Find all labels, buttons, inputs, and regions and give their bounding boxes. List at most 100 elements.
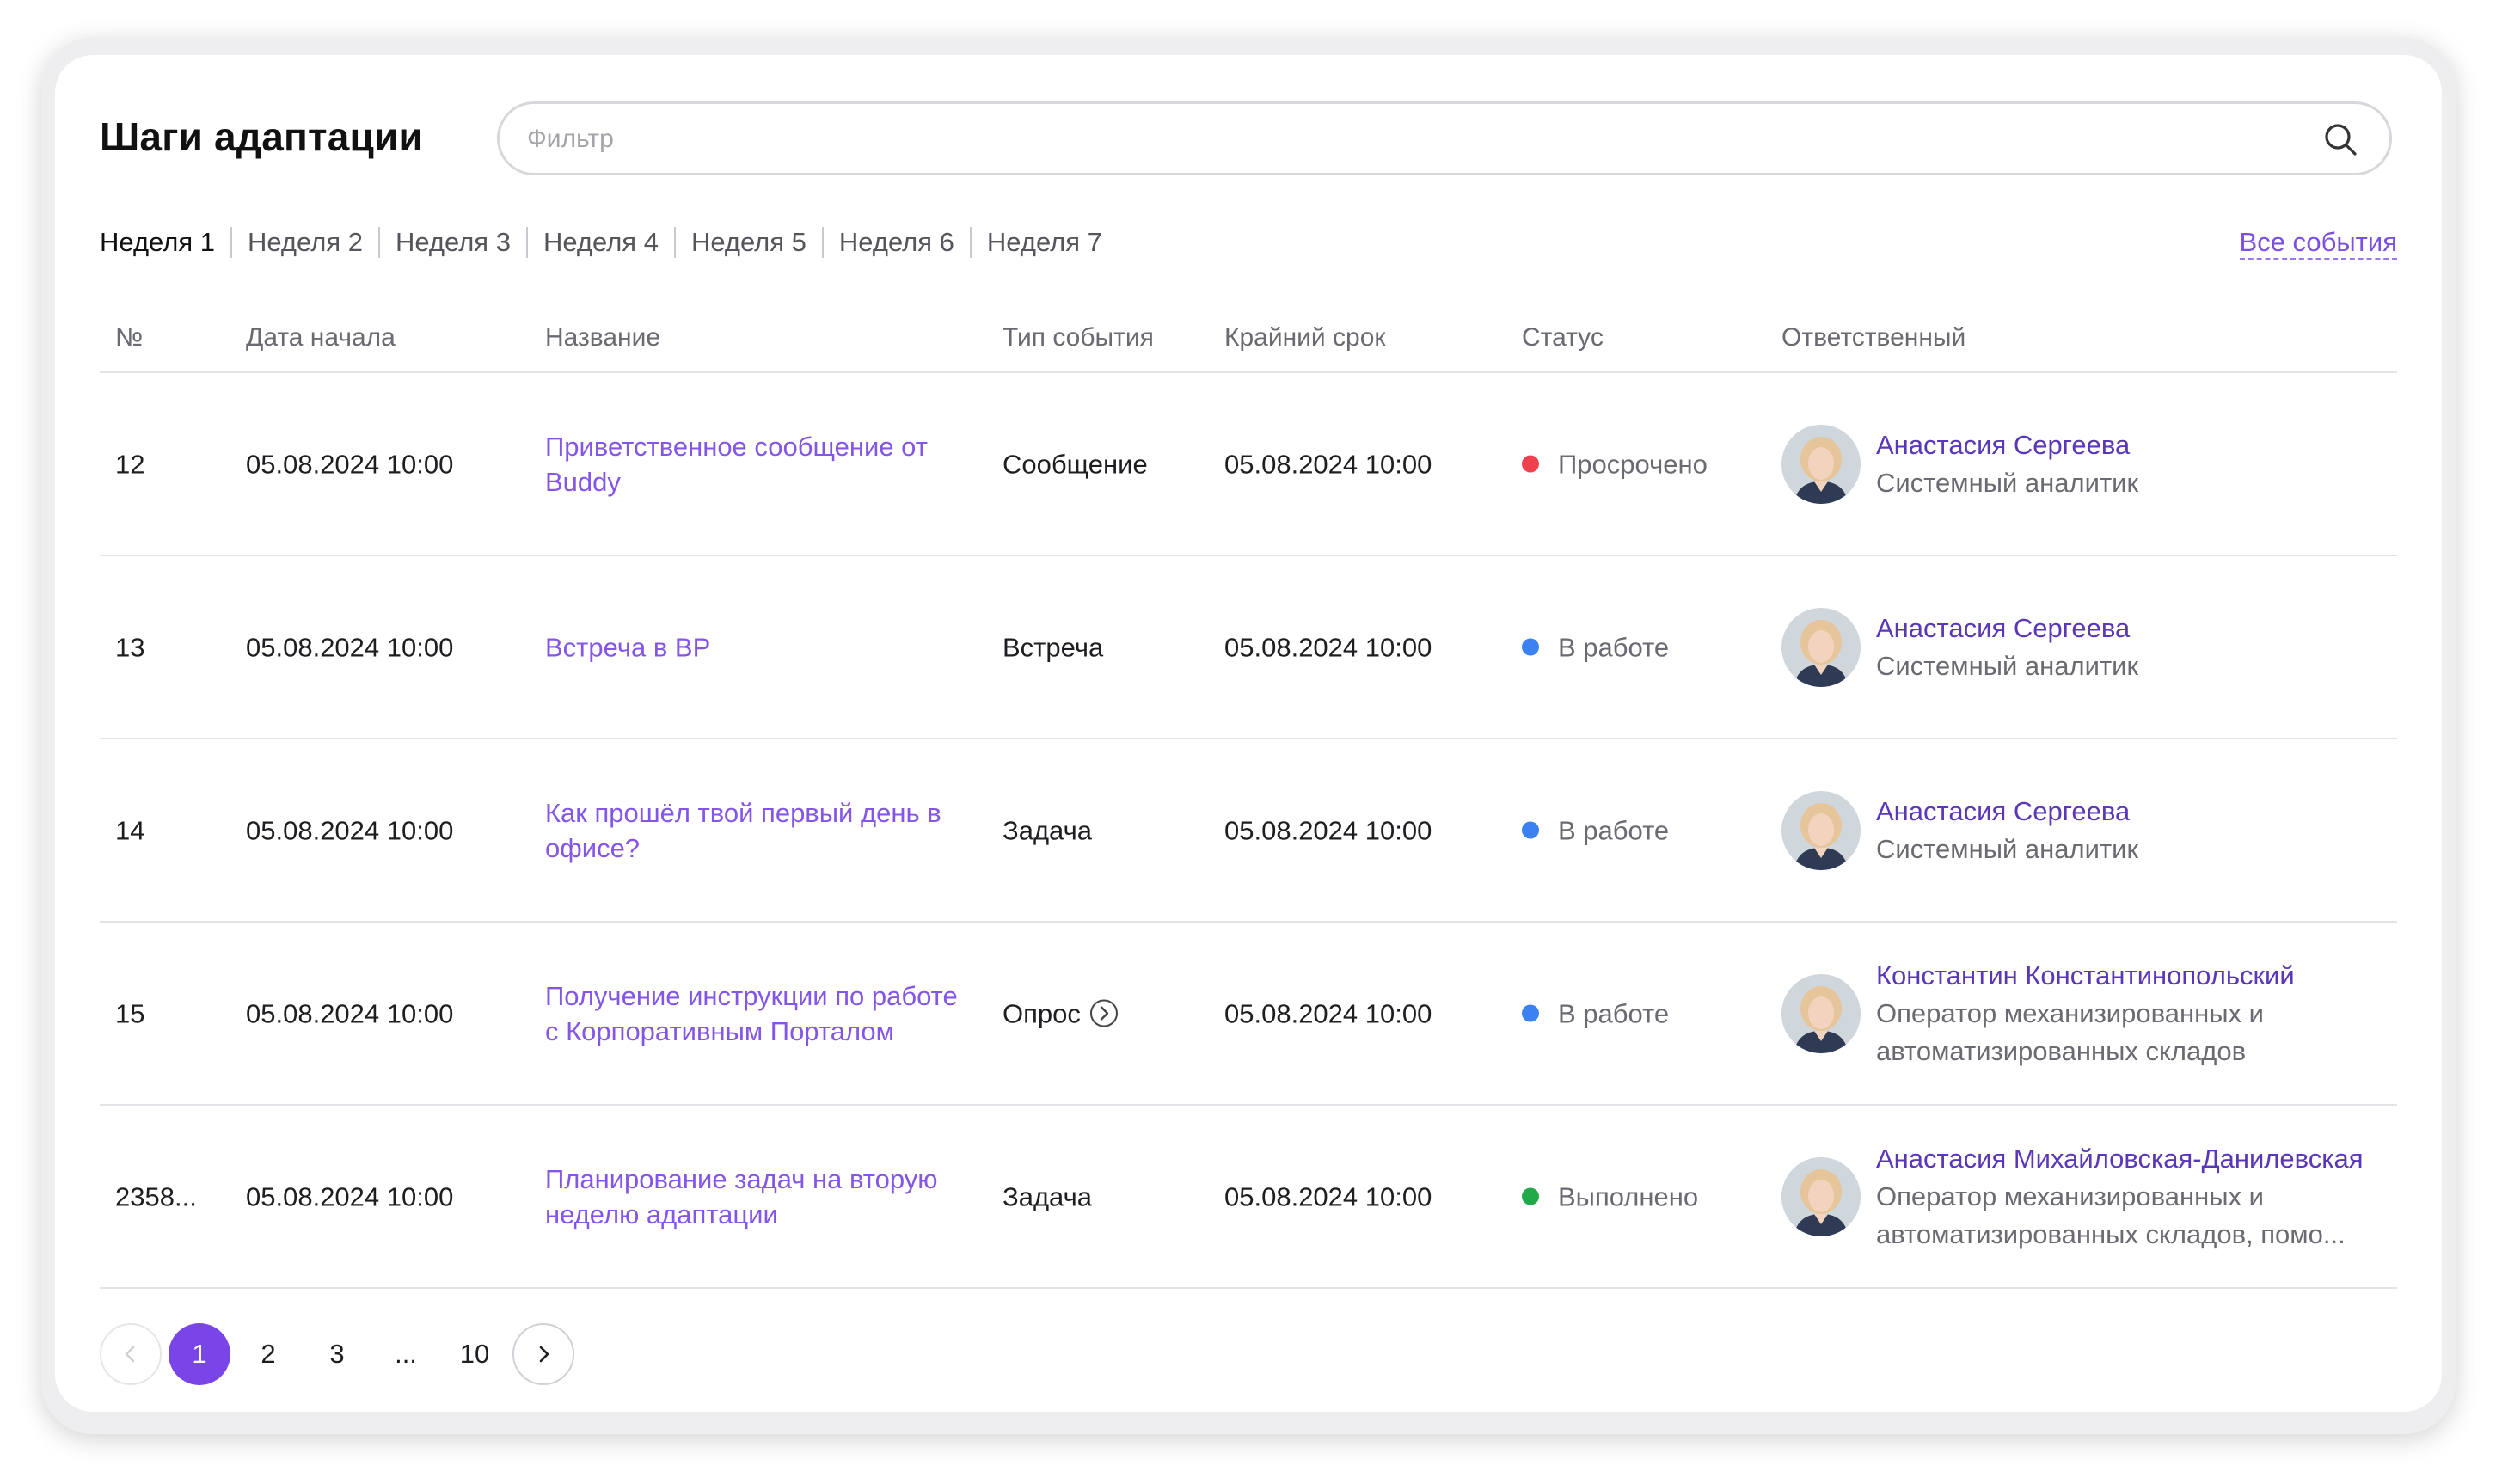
step-number: 14	[115, 815, 145, 845]
table-body: 12 05.08.2024 10:00 Приветственное сообщен…	[100, 373, 2397, 1289]
status-badge: В работе	[1522, 813, 1669, 848]
step-name-link[interactable]: Планирование задач на вторую неделю адап…	[545, 1162, 975, 1232]
column-header: Тип события	[1003, 323, 1154, 352]
responsible-name-link[interactable]: Анастасия Михайловская-Данилевская	[1876, 1140, 2409, 1178]
week-tabs: Неделя 1 Неделя 2 Неделя 3 Неделя 4 Неделя 5…	[100, 227, 1118, 258]
page-button-10[interactable]: 10	[444, 1323, 506, 1385]
table-header: № Дата начала Название Тип события Крайний с…	[100, 313, 2397, 373]
status-badge: В работе	[1522, 996, 1669, 1031]
responsible-info: Константин Константинопольский Оператор м…	[1876, 957, 2409, 1070]
page-title: Шаги адаптации	[100, 114, 423, 159]
start-date: 05.08.2024 10:00	[246, 449, 454, 479]
status-dot	[1522, 1187, 1539, 1205]
page-button-2[interactable]: 2	[237, 1323, 299, 1385]
step-name-link[interactable]: Получение инструкции по работе с Корпора…	[545, 978, 975, 1049]
deadline-date: 05.08.2024 10:00	[1224, 815, 1432, 845]
responsible-name-link[interactable]: Анастасия Сергеева	[1876, 610, 2409, 647]
table-row: 14 05.08.2024 10:00 Как прошёл твой первый…	[100, 739, 2397, 923]
adaptation-steps-card: Шаги адаптации Неделя 1Неделя 2Неделя 3Н…	[55, 55, 2442, 1412]
responsible-info: Анастасия Сергеева Системный аналитик	[1876, 793, 2409, 868]
page-button-3[interactable]: 3	[306, 1323, 368, 1385]
responsible-name-link[interactable]: Анастасия Сергеева	[1876, 426, 2409, 464]
deadline-date: 05.08.2024 10:00	[1224, 1181, 1432, 1211]
responsible-info: Анастасия Сергеева Системный аналитик	[1876, 610, 2409, 685]
avatar[interactable]	[1781, 973, 1861, 1053]
responsible-info: Анастасия Сергеева Системный аналитик	[1876, 426, 2409, 502]
responsible-role: Оператор механизированных и автоматизиро…	[1876, 997, 2264, 1066]
chevron-right-icon	[539, 1346, 549, 1363]
start-date: 05.08.2024 10:00	[246, 998, 454, 1028]
page-button-1[interactable]: 1	[169, 1323, 230, 1385]
responsible-role: Системный аналитик	[1876, 833, 2139, 864]
step-number: 12	[115, 449, 145, 479]
start-date: 05.08.2024 10:00	[246, 815, 454, 845]
event-type-label: Задача	[1003, 815, 1093, 845]
prev-page-button[interactable]	[100, 1323, 162, 1385]
responsible-role: Системный аналитик	[1876, 650, 2139, 681]
responsible-name-link[interactable]: Анастасия Сергеева	[1876, 793, 2409, 831]
column-header: Крайний срок	[1224, 323, 1386, 352]
table-row: 15 05.08.2024 10:00 Получение инструкции п…	[100, 923, 2397, 1106]
chevron-left-icon	[125, 1346, 135, 1363]
filter-input[interactable]	[525, 104, 2300, 175]
event-type-label: Встреча	[1003, 632, 1104, 662]
tab-week-6[interactable]: Неделя 6	[824, 227, 970, 258]
tab-week-3[interactable]: Неделя 3	[380, 227, 526, 258]
column-header: Ответственный	[1781, 323, 1966, 352]
avatar[interactable]	[1781, 607, 1861, 687]
responsible-person: Анастасия Сергеева Системный аналитик	[1781, 424, 2409, 504]
column-header: №	[115, 323, 144, 352]
avatar[interactable]	[1781, 424, 1861, 504]
status-label: В работе	[1558, 998, 1670, 1028]
deadline-date: 05.08.2024 10:00	[1224, 998, 1432, 1028]
step-name-link[interactable]: Встреча в BP	[545, 629, 975, 665]
responsible-info: Анастасия Михайловская-Данилевская Операт…	[1876, 1140, 2409, 1254]
event-type-label: Сообщение	[1003, 449, 1148, 479]
status-badge: Просрочено	[1522, 446, 1708, 481]
responsible-person: Анастасия Сергеева Системный аналитик	[1781, 790, 2409, 870]
all-events-link[interactable]: Все события	[2239, 227, 2397, 260]
filter-search-box[interactable]	[497, 101, 2392, 175]
event-type-label: Задача	[1003, 1181, 1093, 1211]
tab-week-1[interactable]: Неделя 1	[100, 227, 230, 258]
status-label: В работе	[1558, 632, 1670, 662]
tab-week-5[interactable]: Неделя 5	[676, 227, 822, 258]
status-badge: В работе	[1522, 629, 1669, 665]
pagination: 1 2 3... 10	[100, 1323, 581, 1385]
step-name-link[interactable]: Как прошёл твой первый день в офисе?	[545, 795, 975, 866]
status-dot	[1522, 821, 1539, 839]
start-date: 05.08.2024 10:00	[246, 632, 454, 662]
status-label: В работе	[1558, 815, 1670, 845]
tab-week-7[interactable]: Неделя 7	[972, 227, 1118, 258]
responsible-name-link[interactable]: Константин Константинопольский	[1876, 957, 2409, 995]
column-header: Статус	[1522, 323, 1604, 352]
column-header: Название	[545, 323, 661, 352]
deadline-date: 05.08.2024 10:00	[1224, 632, 1432, 662]
table-row: 13 05.08.2024 10:00 Встреча в BP Встреча 05.…	[100, 556, 2397, 739]
search-icon[interactable]	[2322, 121, 2358, 157]
tab-week-4[interactable]: Неделя 4	[528, 227, 674, 258]
status-badge: Выполнено	[1522, 1179, 1698, 1214]
step-number: 15	[115, 998, 145, 1028]
avatar[interactable]	[1781, 1156, 1861, 1236]
tab-week-2[interactable]: Неделя 2	[232, 227, 378, 258]
avatar[interactable]	[1781, 790, 1861, 870]
status-dot	[1522, 1004, 1539, 1022]
window-frame: Шаги адаптации Неделя 1Неделя 2Неделя 3Н…	[41, 38, 2456, 1434]
event-type: Задача	[1003, 813, 1092, 848]
next-page-button[interactable]	[512, 1323, 574, 1385]
step-number: 13	[115, 632, 145, 662]
deadline-date: 05.08.2024 10:00	[1224, 449, 1432, 479]
responsible-person: Анастасия Сергеева Системный аналитик	[1781, 607, 2409, 687]
pagination-ellipsis: ...	[395, 1339, 417, 1369]
column-header: Дата начала	[246, 323, 396, 352]
event-type: Опрос	[1003, 996, 1119, 1031]
event-type: Встреча	[1003, 629, 1103, 665]
step-name-link[interactable]: Приветственное сообщение от Buddy	[545, 429, 975, 500]
table-row: 12 05.08.2024 10:00 Приветственное сообщен…	[100, 373, 2397, 556]
responsible-role: Оператор механизированных и автоматизиро…	[1876, 1180, 2346, 1249]
responsible-person: Константин Константинопольский Оператор м…	[1781, 957, 2409, 1070]
event-type: Задача	[1003, 1179, 1092, 1214]
chevron-right-circle-icon[interactable]	[1089, 999, 1119, 1028]
responsible-role: Системный аналитик	[1876, 467, 2139, 498]
